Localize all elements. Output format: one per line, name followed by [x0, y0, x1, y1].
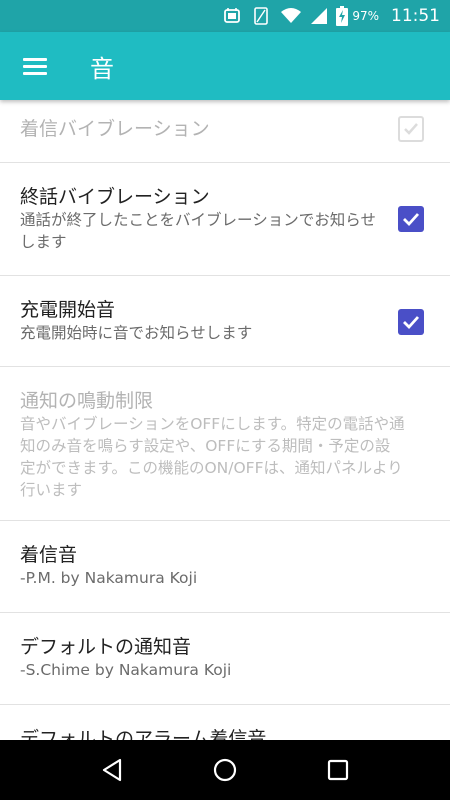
setting-summary: 充電開始時に音でお知らせします — [20, 324, 253, 342]
charging-sound-checkbox[interactable] — [398, 309, 424, 335]
recents-button[interactable] — [318, 750, 358, 790]
wifi-icon — [280, 7, 302, 25]
status-bar: 97% 11:51 — [0, 0, 450, 32]
setting-title: 終話バイブレーション — [20, 186, 210, 208]
battery-charging-icon — [336, 6, 349, 26]
menu-button[interactable] — [0, 32, 70, 100]
back-button[interactable] — [92, 750, 132, 790]
incoming-vibration-checkbox[interactable] — [398, 116, 424, 142]
vibrate-icon — [250, 6, 272, 26]
back-icon — [102, 758, 121, 782]
check-icon — [403, 213, 420, 227]
end-call-vibration-checkbox[interactable] — [398, 206, 424, 232]
setting-incoming-vibration[interactable]: 着信バイブレーション — [0, 100, 450, 163]
setting-do-not-disturb[interactable]: 通知の鳴動制限 音やバイブレーションをOFFにします。特定の電話や通知のみ音を鳴… — [0, 367, 450, 521]
signal-icon — [310, 7, 328, 25]
navigation-bar — [0, 740, 450, 800]
setting-summary: -S.Chime by Nakamura Koji — [20, 661, 232, 679]
check-icon — [403, 316, 420, 330]
recents-icon — [328, 759, 349, 781]
check-icon — [404, 123, 418, 135]
setting-summary: 通話が終了したことをバイブレーションでお知らせします — [20, 211, 376, 251]
settings-list: 着信バイブレーション 終話バイブレーション 通話が終了したことをバイブレーション… — [0, 100, 450, 740]
menu-icon — [23, 57, 47, 75]
sim-icon — [222, 6, 242, 26]
app-bar: 音 — [0, 32, 450, 100]
setting-title: 着信音 — [20, 544, 78, 566]
setting-default-notification-sound[interactable]: デフォルトの通知音 -S.Chime by Nakamura Koji — [0, 613, 450, 705]
setting-title: 通知の鳴動制限 — [20, 390, 154, 412]
setting-end-call-vibration[interactable]: 終話バイブレーション 通話が終了したことをバイブレーションでお知らせします — [0, 163, 450, 276]
home-button[interactable] — [205, 750, 245, 790]
setting-default-alarm-sound[interactable]: デフォルトのアラーム着信音 — [0, 705, 450, 740]
battery-percent: 97% — [352, 9, 379, 23]
setting-charging-sound[interactable]: 充電開始音 充電開始時に音でお知らせします — [0, 276, 450, 367]
setting-title: デフォルトの通知音 — [20, 636, 192, 658]
setting-ringtone[interactable]: 着信音 -P.M. by Nakamura Koji — [0, 521, 450, 613]
setting-summary: 音やバイブレーションをOFFにします。特定の電話や通知のみ音を鳴らす設定や、OF… — [20, 415, 405, 499]
page-title: 音 — [90, 54, 114, 83]
setting-title: 着信バイブレーション — [20, 118, 210, 140]
setting-title: 充電開始音 — [20, 299, 116, 321]
home-icon — [213, 758, 237, 782]
setting-title: デフォルトのアラーム着信音 — [20, 728, 267, 740]
clock: 11:51 — [391, 6, 440, 26]
setting-summary: -P.M. by Nakamura Koji — [20, 569, 198, 587]
